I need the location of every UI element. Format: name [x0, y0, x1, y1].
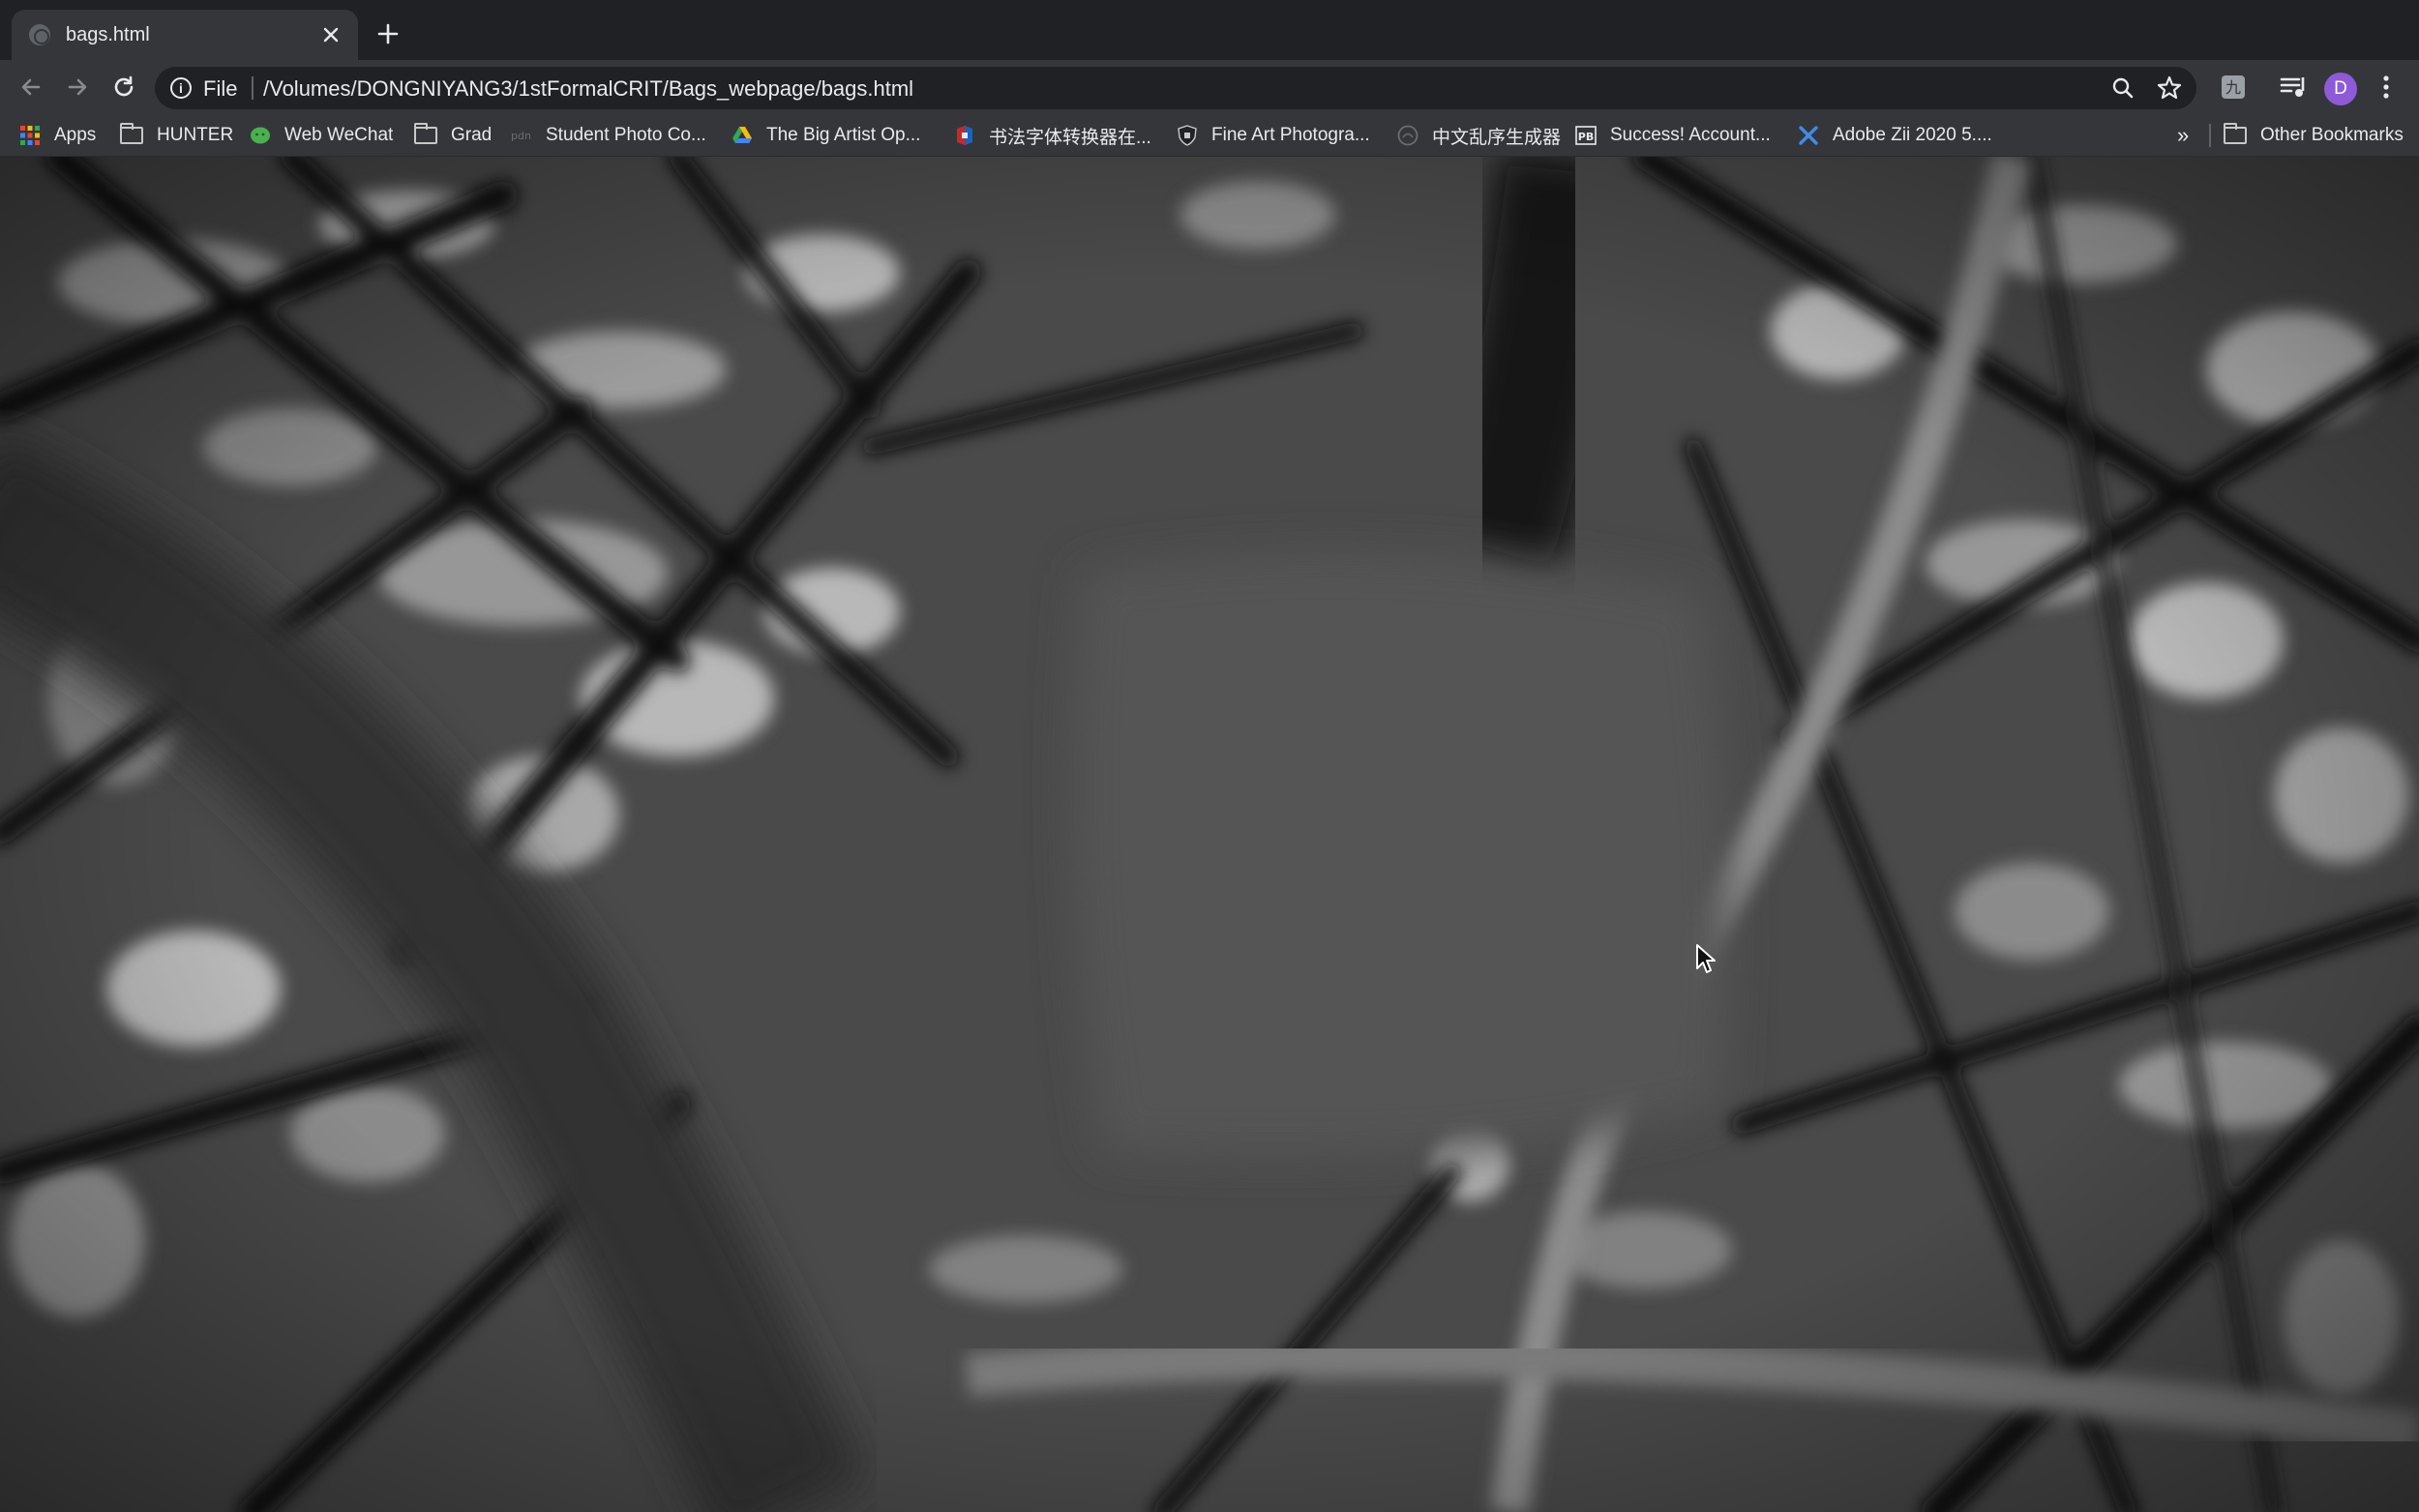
other-bookmarks[interactable]: Other Bookmarks	[2224, 114, 2404, 157]
url-text[interactable]: /Volumes/DONGNIYANG3/1stFormalCRIT/Bags_…	[263, 76, 913, 102]
bookmark-apps[interactable]: Apps	[19, 114, 96, 157]
other-bookmarks-label: Other Bookmarks	[2260, 125, 2404, 145]
tab-title: bags.html	[66, 23, 150, 45]
bookmark-label: 中文乱序生成器	[1432, 127, 1562, 148]
wechat-icon	[251, 127, 270, 144]
omnibox-divider	[252, 76, 254, 100]
avatar[interactable]: D	[2324, 73, 2357, 105]
back-button[interactable]	[14, 70, 48, 104]
site-info-icon[interactable]: i	[170, 77, 192, 99]
svg-text:九: 九	[2225, 78, 2241, 97]
bookmark-label: Grad	[451, 125, 493, 145]
bookmark-student-photo[interactable]: pdn Student Photo Co...	[511, 114, 706, 157]
pdn-icon: pdn	[511, 130, 531, 142]
magnifier-icon[interactable]	[2109, 74, 2136, 102]
bookmark-label: The Big Artist Op...	[766, 125, 921, 145]
apps-grid-icon	[20, 126, 40, 145]
bookmarks-bar: Apps HUNTER Web WeChat Grad pdn Student …	[0, 114, 2419, 157]
bookmarks-divider	[2209, 124, 2211, 147]
close-icon[interactable]	[317, 21, 344, 48]
tab-bags-html[interactable]: bags.html	[12, 10, 358, 60]
media-queue-icon[interactable]	[2278, 72, 2309, 103]
bookmark-label: 书法字体转换器在...	[989, 127, 1151, 148]
reload-icon	[114, 75, 134, 97]
pb-icon: PB	[1575, 126, 1597, 145]
address-bar[interactable]: i File /Volumes/DONGNIYANG3/1stFormalCRI…	[155, 67, 2196, 109]
drive-icon	[732, 127, 752, 143]
bookmark-adobe-zii[interactable]: Adobe Zii 2020 5....	[1798, 114, 1992, 157]
extension-icon[interactable]: 九	[2218, 72, 2249, 103]
forward-arrow-icon	[68, 78, 87, 96]
svg-text:PB: PB	[1578, 131, 1594, 143]
more-vert-icon[interactable]	[2376, 72, 2396, 103]
star-icon[interactable]	[2156, 74, 2183, 102]
scheme-label: File	[203, 76, 238, 101]
bookmark-label: Fine Art Photogra...	[1211, 125, 1370, 145]
calligraphy-icon	[957, 126, 972, 145]
background-photo	[0, 157, 2419, 1512]
shield-icon	[1178, 125, 1197, 146]
bookmark-success-account[interactable]: PB Success! Account...	[1575, 114, 1771, 157]
bookmark-grad[interactable]: Grad	[414, 114, 492, 157]
circle-logo-icon	[1397, 125, 1419, 146]
tab-strip: bags.html	[0, 0, 2419, 60]
bookmark-web-wechat[interactable]: Web WeChat	[250, 114, 393, 157]
bookmark-fine-art[interactable]: Fine Art Photogra...	[1177, 114, 1370, 157]
bookmark-label: Adobe Zii 2020 5....	[1833, 125, 1992, 145]
svg-text:pdn: pdn	[511, 130, 531, 142]
reload-button[interactable]	[106, 70, 141, 104]
folder-icon	[414, 123, 437, 144]
x-logo-icon	[1799, 126, 1818, 145]
globe-icon	[29, 24, 50, 45]
bookmark-calligraphy[interactable]: 书法字体转换器在...	[954, 114, 1151, 157]
bookmark-big-artist[interactable]: The Big Artist Op...	[732, 114, 920, 157]
bookmark-label: Success! Account...	[1610, 125, 1771, 145]
bookmark-chinese-generator[interactable]: 中文乱序生成器	[1397, 114, 1561, 157]
new-tab-button[interactable]	[372, 17, 404, 50]
folder-icon	[120, 123, 143, 144]
bookmark-hunter[interactable]: HUNTER	[120, 114, 233, 157]
back-arrow-icon	[21, 78, 41, 96]
browser-toolbar: i File /Volumes/DONGNIYANG3/1stFormalCRI…	[0, 60, 2419, 114]
bookmarks-overflow-button[interactable]: »	[2177, 114, 2189, 157]
bookmark-label: HUNTER	[157, 125, 234, 145]
mouse-pointer-icon	[1696, 944, 1716, 973]
bookmark-label: Apps	[54, 125, 97, 145]
forward-button[interactable]	[60, 70, 95, 104]
folder-icon	[2224, 123, 2247, 144]
page-content	[0, 157, 2419, 1512]
bookmark-label: Web WeChat	[284, 125, 394, 145]
bookmark-label: Student Photo Co...	[546, 125, 706, 145]
